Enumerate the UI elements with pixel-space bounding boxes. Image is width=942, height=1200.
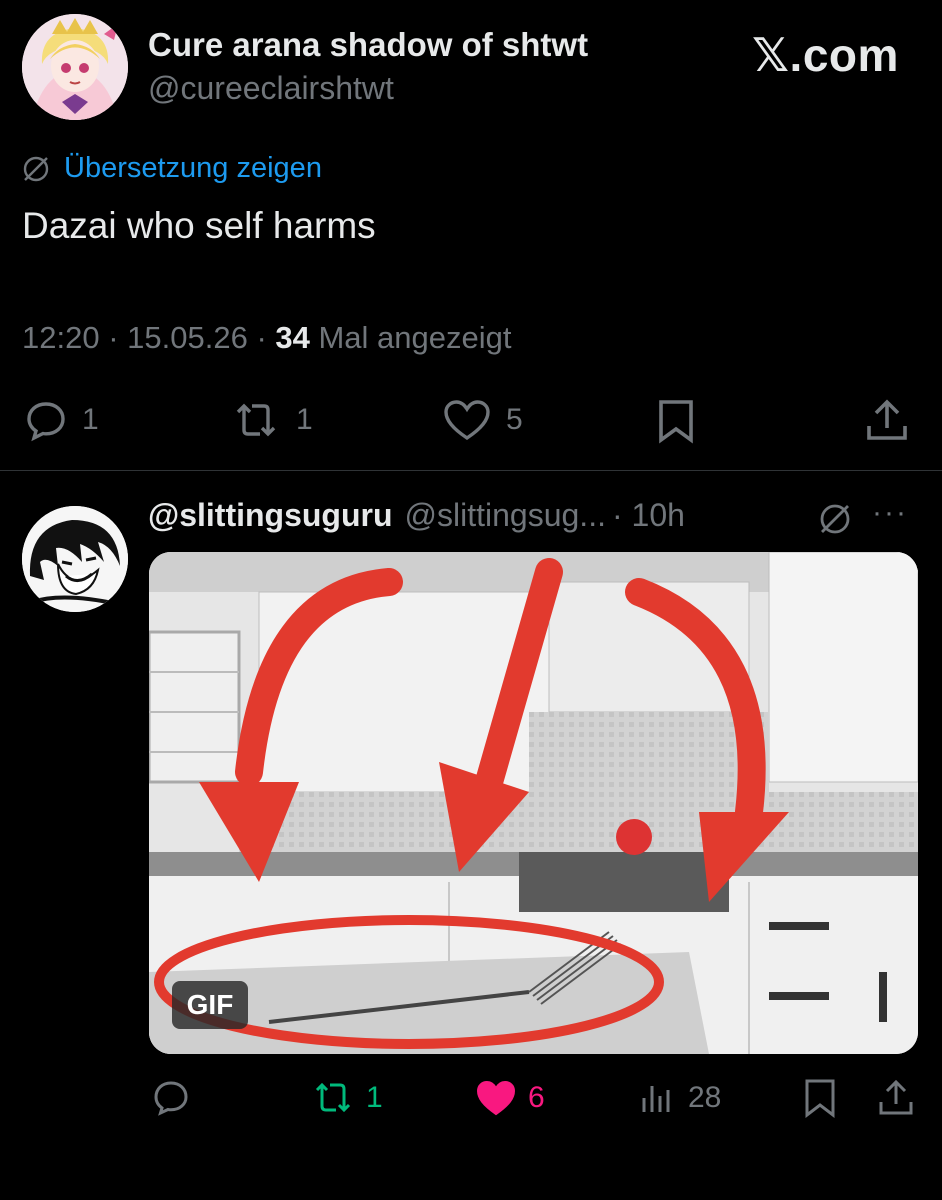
author-avatar[interactable] [22, 14, 128, 120]
repost-button[interactable]: 1 [230, 398, 313, 442]
reply-author-handle[interactable]: @slittingsug... [405, 497, 606, 534]
meta-separator: · [256, 320, 276, 355]
tweet-text: Dazai who self harms [22, 205, 376, 246]
reply-author-display-name[interactable]: @slittingsuguru [148, 497, 393, 534]
more-icon: ··· [872, 496, 908, 529]
author-handle[interactable]: @cureeclairshtwt [148, 70, 394, 107]
tweet-time[interactable]: 12:20 [22, 320, 100, 355]
reply-repost-count: 1 [366, 1081, 383, 1114]
author-display-name[interactable]: Cure arana shadow of shtwt [148, 26, 588, 64]
bookmark-icon [659, 400, 693, 444]
meta-separator: · [108, 320, 128, 355]
reply-repost-button[interactable]: 1 [310, 1078, 383, 1118]
kitchen-gif-image [149, 552, 918, 1054]
gif-badge: GIF [172, 981, 248, 1029]
reply-timestamp[interactable]: · 10h [612, 497, 685, 534]
reply-views-count: 28 [688, 1081, 722, 1114]
repost-icon [236, 403, 276, 437]
tweet-date[interactable]: 15.05.26 [127, 320, 248, 355]
show-translation-link[interactable]: Übersetzung zeigen [22, 152, 322, 185]
repost-icon [315, 1082, 351, 1113]
globe-slash-icon [23, 156, 49, 181]
share-button[interactable] [864, 398, 910, 444]
reply-button[interactable]: 1 [24, 398, 99, 442]
like-button[interactable]: 5 [442, 398, 523, 442]
reply-views-button[interactable]: 28 [638, 1078, 721, 1118]
reply-count: 1 [82, 403, 99, 436]
gif-media[interactable] [149, 552, 918, 1054]
tweet-meta: 12:20 · 15.05.26 · 34 Mal angezeigt [22, 320, 512, 356]
reply-header: @slittingsuguru @slittingsug... · 10h [148, 497, 685, 534]
views-label: Mal angezeigt [318, 320, 512, 355]
more-options-button[interactable]: ··· [872, 496, 908, 530]
x-logo: 𝕏.com [752, 29, 899, 81]
reply-bookmark-button[interactable] [802, 1078, 838, 1118]
reply-author-avatar[interactable] [22, 506, 128, 612]
show-translation-label[interactable]: Übersetzung zeigen [64, 152, 322, 185]
like-icon [476, 1080, 516, 1116]
reply-share-button[interactable] [876, 1078, 916, 1118]
views-icon [642, 1086, 670, 1112]
reply-like-button[interactable]: 6 [474, 1078, 545, 1118]
share-icon [867, 399, 907, 440]
like-count: 5 [506, 403, 523, 436]
bookmark-icon [805, 1079, 835, 1118]
bookmark-button[interactable] [656, 398, 696, 444]
reply-icon [27, 402, 65, 442]
share-icon [879, 1079, 913, 1115]
views-count: 34 [275, 320, 310, 355]
repost-count: 1 [296, 403, 313, 436]
like-icon [444, 400, 490, 441]
reply-reply-button[interactable] [151, 1078, 191, 1118]
globe-slash-icon [820, 504, 850, 534]
divider [0, 470, 942, 471]
reply-icon [154, 1081, 188, 1116]
reply-like-count: 6 [528, 1081, 545, 1114]
